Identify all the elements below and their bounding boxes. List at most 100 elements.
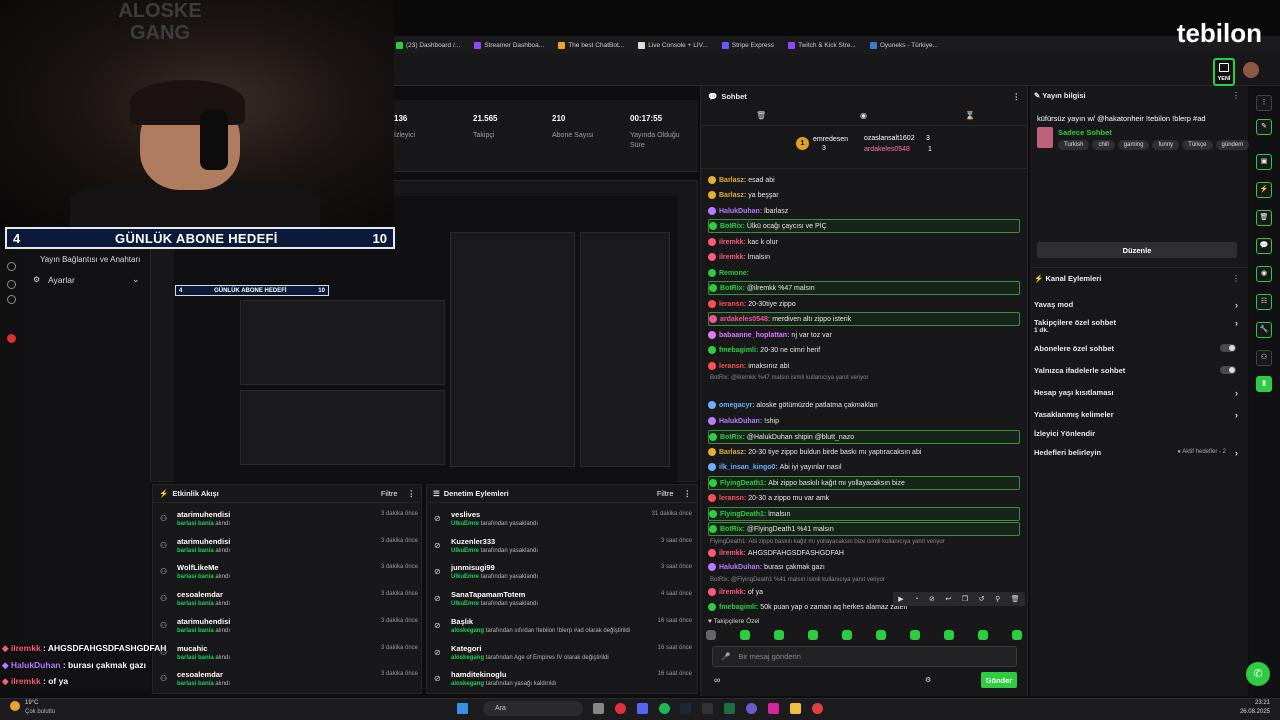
excel-icon[interactable] <box>724 703 735 714</box>
tool-icon[interactable]: 🔧 <box>1256 322 1272 338</box>
chat-message[interactable]: ardakeles0548: merdiven altı zippo isteri… <box>708 312 1020 326</box>
chat-message[interactable]: leransn: 20-30 a zippo mu var amk <box>708 491 1020 505</box>
channel-action-item[interactable]: Hesap yaşı kısıtlaması › <box>1034 388 1242 398</box>
help-icon[interactable] <box>7 280 16 289</box>
capture-icon[interactable]: ▣ <box>1256 154 1272 170</box>
timeout-icon[interactable]: ◔ <box>914 596 918 603</box>
chat-settings-icon[interactable]: ⚙ <box>925 676 931 684</box>
chat-message[interactable]: HalukDuhan: !ship <box>708 414 1020 428</box>
emote-icon[interactable] <box>1012 630 1022 640</box>
discord-icon[interactable] <box>637 703 648 714</box>
emote-icon[interactable] <box>910 630 920 640</box>
chat-message[interactable]: Remone: <box>708 266 1020 280</box>
obs-icon[interactable] <box>812 703 823 714</box>
emote-icon[interactable] <box>808 630 818 640</box>
chat-username[interactable]: BotRix: <box>720 526 745 533</box>
emote-icon[interactable] <box>740 630 750 640</box>
tag[interactable]: funny <box>1152 140 1180 150</box>
emote-icon[interactable] <box>876 630 886 640</box>
list-item[interactable]: ⊘ Kategori aloskegang tarafından Age of Em… <box>434 642 692 668</box>
list-item[interactable]: ⚇ atarimuhendisi barlasi bania alındı 3 dak… <box>160 535 418 561</box>
chat-username[interactable]: BotRix: <box>720 434 745 441</box>
more-icon[interactable]: ⋮ <box>408 489 416 498</box>
chat-username[interactable]: ilk_insan_kingo0: <box>719 464 778 471</box>
reply-icon[interactable]: ↩ <box>945 595 951 603</box>
channel-action-item[interactable]: Yalnızca ifadelerle sohbet <box>1034 366 1242 375</box>
toggle-switch[interactable] <box>1220 344 1236 352</box>
app-icon[interactable] <box>746 703 757 714</box>
filter-button[interactable]: Filtre <box>381 489 398 498</box>
steam-icon[interactable] <box>680 703 691 714</box>
stream-category[interactable]: Sadece Sohbet <box>1058 128 1112 137</box>
settings-toggle[interactable]: Ayarlar <box>48 275 75 285</box>
undo-icon[interactable]: ↺ <box>979 595 985 603</box>
chat-username[interactable]: leransn: <box>719 495 746 502</box>
list-item[interactable]: ⊘ Kuzenler333 UlkuEmre tarafından yasaklan… <box>434 535 692 561</box>
windows-start-icon[interactable] <box>457 703 468 714</box>
bookmark[interactable]: Stripe Express <box>721 41 774 49</box>
list-item[interactable]: ⊘ SanaTapamamTotem UlkuEmre tarafından yas… <box>434 588 692 614</box>
ban-icon[interactable]: ⊘ <box>929 595 935 603</box>
people-icon[interactable]: ⚇ <box>1256 350 1272 366</box>
tag[interactable]: Türkçe <box>1182 140 1213 150</box>
channel-action-item[interactable]: Yavaş mod › <box>1034 300 1242 310</box>
pin-icon[interactable]: ⚲ <box>995 595 1000 603</box>
bookmark[interactable]: Twitch & Kick Stre... <box>788 41 856 49</box>
channel-action-item[interactable]: Abonelere özel sohbet <box>1034 344 1242 353</box>
emote-icon[interactable] <box>944 630 954 640</box>
chat-message[interactable]: BotRix: @FlyingDeath1 %41 malsın <box>708 522 1020 536</box>
channel-action-item[interactable]: Hedefleri belirleyin ● Aktif hedefler - 2… <box>1034 448 1242 458</box>
channel-action-item[interactable]: Takipçilere özel sohbet 1 dk. › <box>1034 318 1242 334</box>
trash-icon[interactable]: 🗑 <box>756 111 766 120</box>
spotify-icon[interactable] <box>659 703 670 714</box>
chat-message[interactable]: BotRix: Ülkü ocağı çaycısı ve PİÇ <box>708 219 1020 233</box>
tag[interactable]: chill <box>1092 140 1115 150</box>
menu-icon[interactable]: ⋮ <box>1256 95 1272 111</box>
new-feature-button[interactable]: YENİ <box>1213 58 1235 86</box>
chat-username[interactable]: leransn: <box>719 363 746 370</box>
chat-username[interactable]: omegacyr: <box>719 402 754 409</box>
tag[interactable]: gündem <box>1215 140 1250 150</box>
server-icon[interactable]: ☷ <box>1256 294 1272 310</box>
taskview-icon[interactable] <box>593 703 604 714</box>
chat-message[interactable]: BotRix: @HalukDuhan shipin @blutt_nazo <box>708 430 1020 444</box>
bookmark[interactable]: (23) Dashboard /... <box>396 41 460 49</box>
emote-icon[interactable] <box>842 630 852 640</box>
bookmark[interactable]: Oyuneks - Türkiye... <box>869 41 938 49</box>
emote-icon[interactable] <box>978 630 988 640</box>
folder-icon[interactable] <box>790 703 801 714</box>
edit-button[interactable]: Düzenle <box>1037 242 1237 258</box>
chat-icon[interactable]: ◉ <box>860 111 867 120</box>
chat-message[interactable]: ilremkk: AHGSDFAHGSDFASHGDFAH <box>708 546 1020 560</box>
chat-username[interactable]: ilremkk: <box>719 254 746 261</box>
more-icon[interactable]: ⋮ <box>1013 92 1021 101</box>
chat-username[interactable]: HalukDuhan: <box>719 208 762 215</box>
tag[interactable]: gaming <box>1117 140 1150 150</box>
settings-icon[interactable] <box>7 295 16 304</box>
list-item[interactable]: ⚇ WolfLikeMe barlasi bania alındı 3 dakika … <box>160 561 418 587</box>
chat-username[interactable]: ilremkk: <box>719 550 746 557</box>
more-icon[interactable]: ⋮ <box>684 489 692 498</box>
filter-button[interactable]: Filtre <box>657 489 674 498</box>
chat-message[interactable]: ilremkk: kac k olur <box>708 235 1020 249</box>
mic-icon[interactable]: 🎤 <box>721 652 730 661</box>
chat-message[interactable]: HalukDuhan: lbarlasz <box>708 204 1020 218</box>
chat-message[interactable]: babaanne_hoplattan: rıj var toz var <box>708 328 1020 342</box>
emote-icon[interactable] <box>774 630 784 640</box>
chat-username[interactable]: HalukDuhan: <box>719 564 762 571</box>
chat-message[interactable]: Barlasz: 20-30 tiye zippo buldun birde ba… <box>708 445 1020 459</box>
chat-input[interactable]: 🎤 Bir mesaj gönderin <box>712 646 1017 667</box>
chat-username[interactable]: Barlasz: <box>719 192 746 199</box>
chat-username[interactable]: BotRix: <box>720 223 745 230</box>
clock-icon[interactable] <box>7 262 16 271</box>
chat-username[interactable]: Barlasz: <box>719 449 746 456</box>
chevron-down-icon[interactable]: ⌄ <box>132 274 140 285</box>
broadcast-icon[interactable]: ◉ <box>1256 266 1272 282</box>
opera-icon[interactable] <box>615 703 626 714</box>
bookmark[interactable]: The best ChatBot... <box>558 41 624 49</box>
delete-icon[interactable]: 🗑 <box>1011 595 1020 603</box>
chat-username[interactable]: BotRix: <box>720 285 745 292</box>
support-chat-icon[interactable]: ✆ <box>1246 662 1270 686</box>
chat-message[interactable]: leransn: 20-30tiye zippo <box>708 297 1020 311</box>
list-item[interactable]: ⚇ atarimuhendisi barlasi bania alındı 3 dak… <box>160 615 418 641</box>
